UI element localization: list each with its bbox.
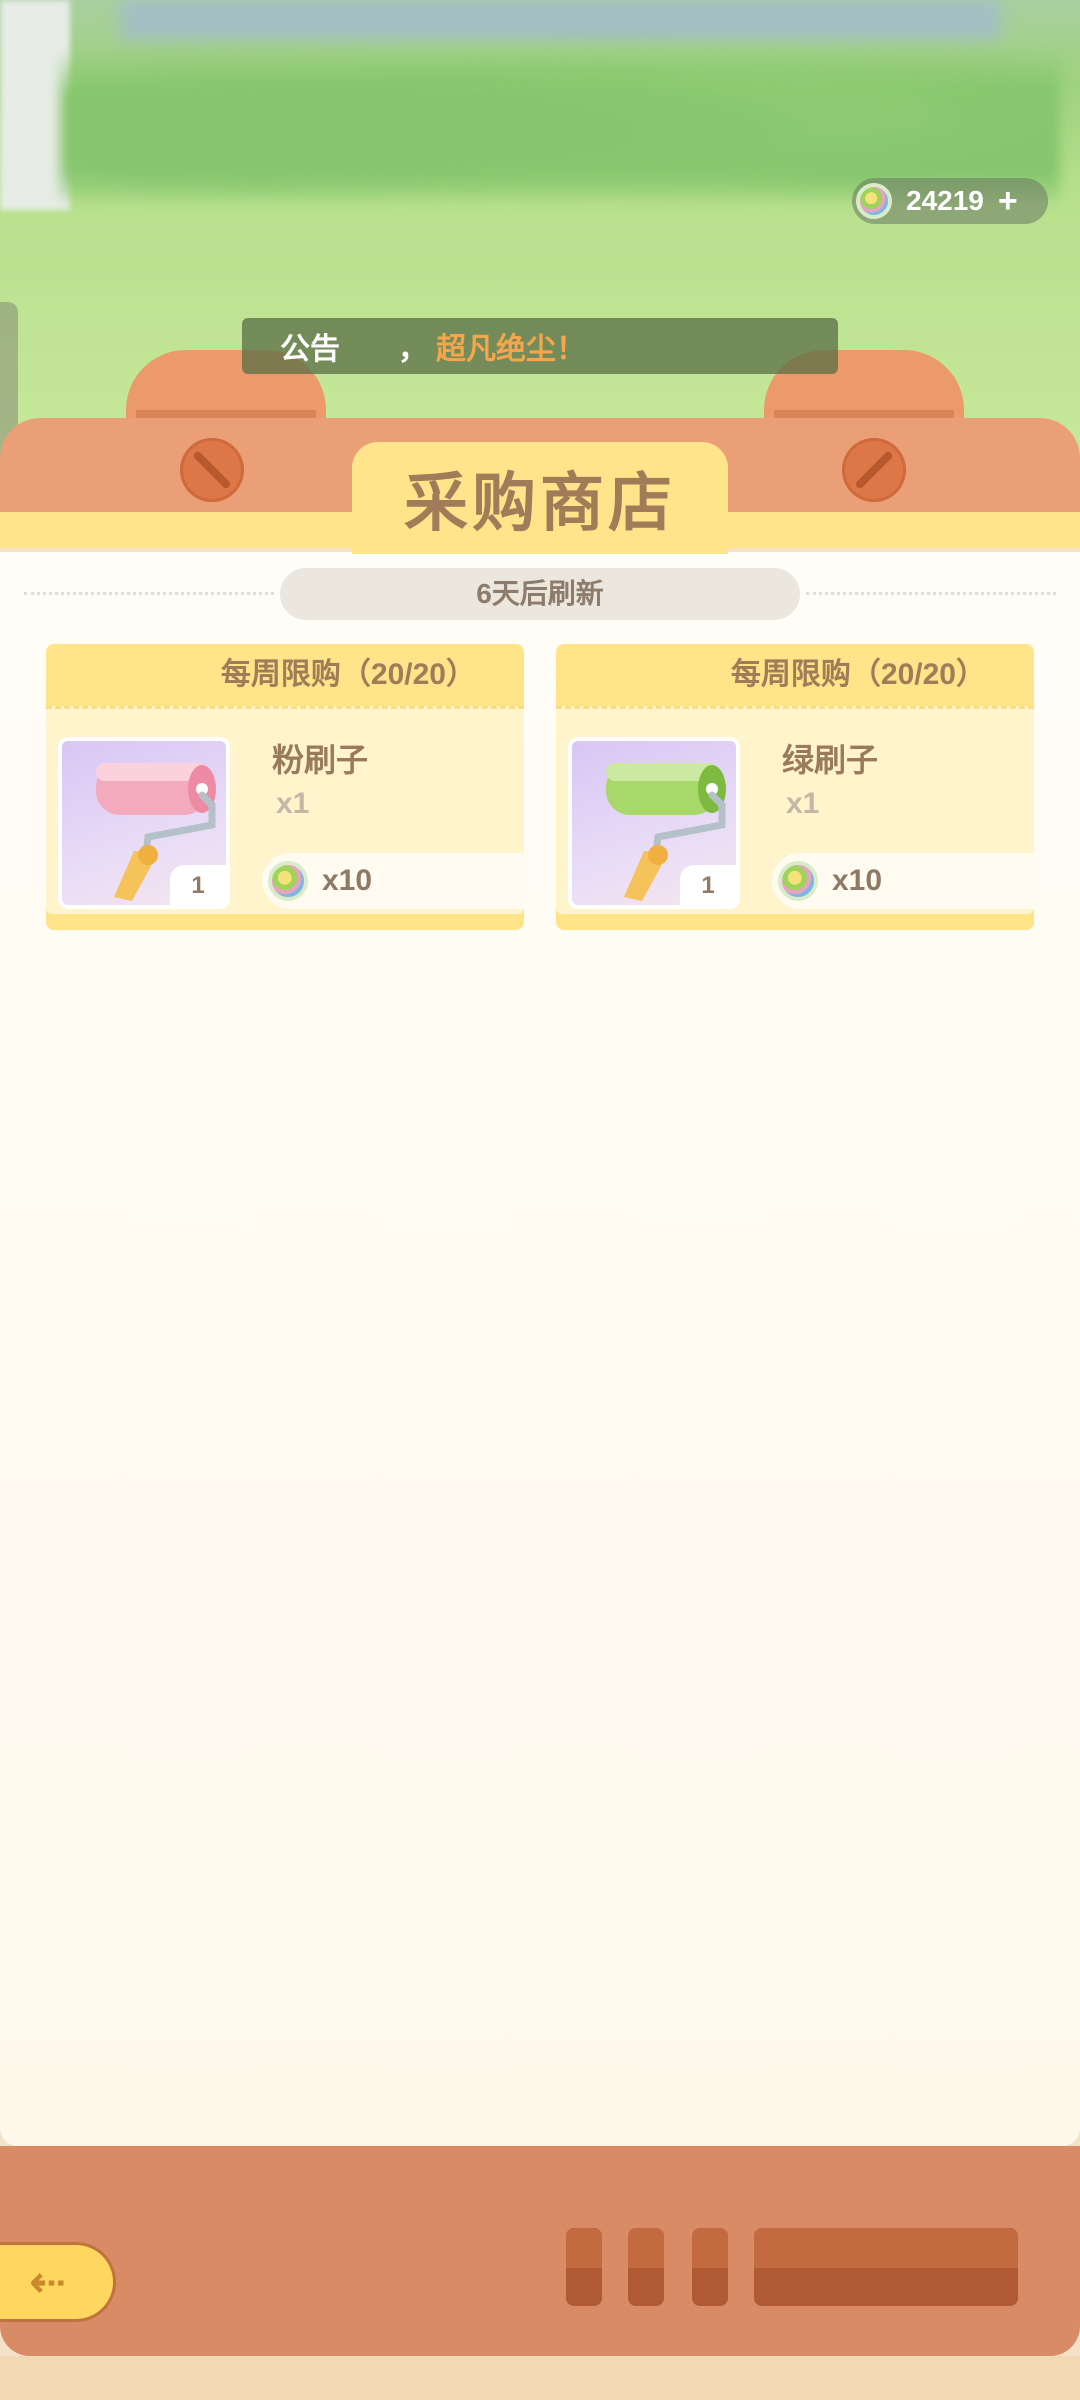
currency-amount: 24219 xyxy=(906,185,984,216)
shop-item-card[interactable]: 每周限购（20/20） 1 粉刷子 x1 x10 xyxy=(46,644,524,930)
back-arrow-icon: ⇠ xyxy=(29,2257,66,2307)
bottom-slot xyxy=(692,2228,728,2306)
rainbow-coin-icon xyxy=(778,861,818,901)
item-stock-badge: 1 xyxy=(680,865,736,905)
item-thumbnail: 1 xyxy=(58,737,230,909)
bottom-slot xyxy=(566,2228,602,2306)
bottom-slot-wide xyxy=(754,2228,1018,2306)
currency-bar[interactable]: 24219 + xyxy=(852,178,1048,224)
item-body: 1 粉刷子 x1 x10 xyxy=(46,706,524,914)
item-thumbnail: 1 xyxy=(568,737,740,909)
item-price: x10 xyxy=(322,864,373,897)
purchase-limit: 每周限购（20/20） xyxy=(220,658,476,691)
divider xyxy=(24,592,274,595)
refresh-timer: 6天后刷新 xyxy=(280,568,800,620)
announcement-separator: ， xyxy=(398,333,428,366)
item-count: x1 xyxy=(786,787,820,820)
back-button[interactable]: ⇠ xyxy=(0,2242,116,2322)
bottom-strip xyxy=(0,2356,1080,2400)
item-body: 1 绿刷子 x1 x10 xyxy=(556,706,1034,914)
divider xyxy=(806,592,1056,595)
purchase-limit: 每周限购（20/20） xyxy=(730,658,986,691)
page-title: 采购商店 xyxy=(404,467,676,539)
announcement-label: 公告 xyxy=(280,333,340,366)
bottom-slot xyxy=(628,2228,664,2306)
background-hedge xyxy=(60,30,1060,200)
item-name: 绿刷子 xyxy=(782,742,879,778)
buy-button[interactable]: x10 xyxy=(772,853,1034,909)
item-stock-badge: 1 xyxy=(170,865,226,905)
rainbow-coin-icon xyxy=(268,861,308,901)
rainbow-coin-icon xyxy=(856,183,892,219)
shop-item-card[interactable]: 每周限购（20/20） 1 绿刷子 x1 x10 xyxy=(556,644,1034,930)
shop-title-tab: 采购商店 xyxy=(352,442,728,554)
shop-panel: 6天后刷新 每周限购（20/20） 1 粉刷子 x1 x10 每周限购（20/2… xyxy=(0,552,1080,2146)
announcement-bar[interactable]: 公告 ， 超凡绝尘！ xyxy=(242,318,838,374)
screw-icon xyxy=(180,438,244,502)
buy-button[interactable]: x10 xyxy=(262,853,524,909)
announcement-message: 超凡绝尘！ xyxy=(436,333,586,366)
screw-icon xyxy=(842,438,906,502)
item-name: 粉刷子 xyxy=(272,742,369,778)
add-currency-button[interactable]: + xyxy=(998,184,1018,218)
item-price: x10 xyxy=(832,864,883,897)
item-count: x1 xyxy=(276,787,310,820)
